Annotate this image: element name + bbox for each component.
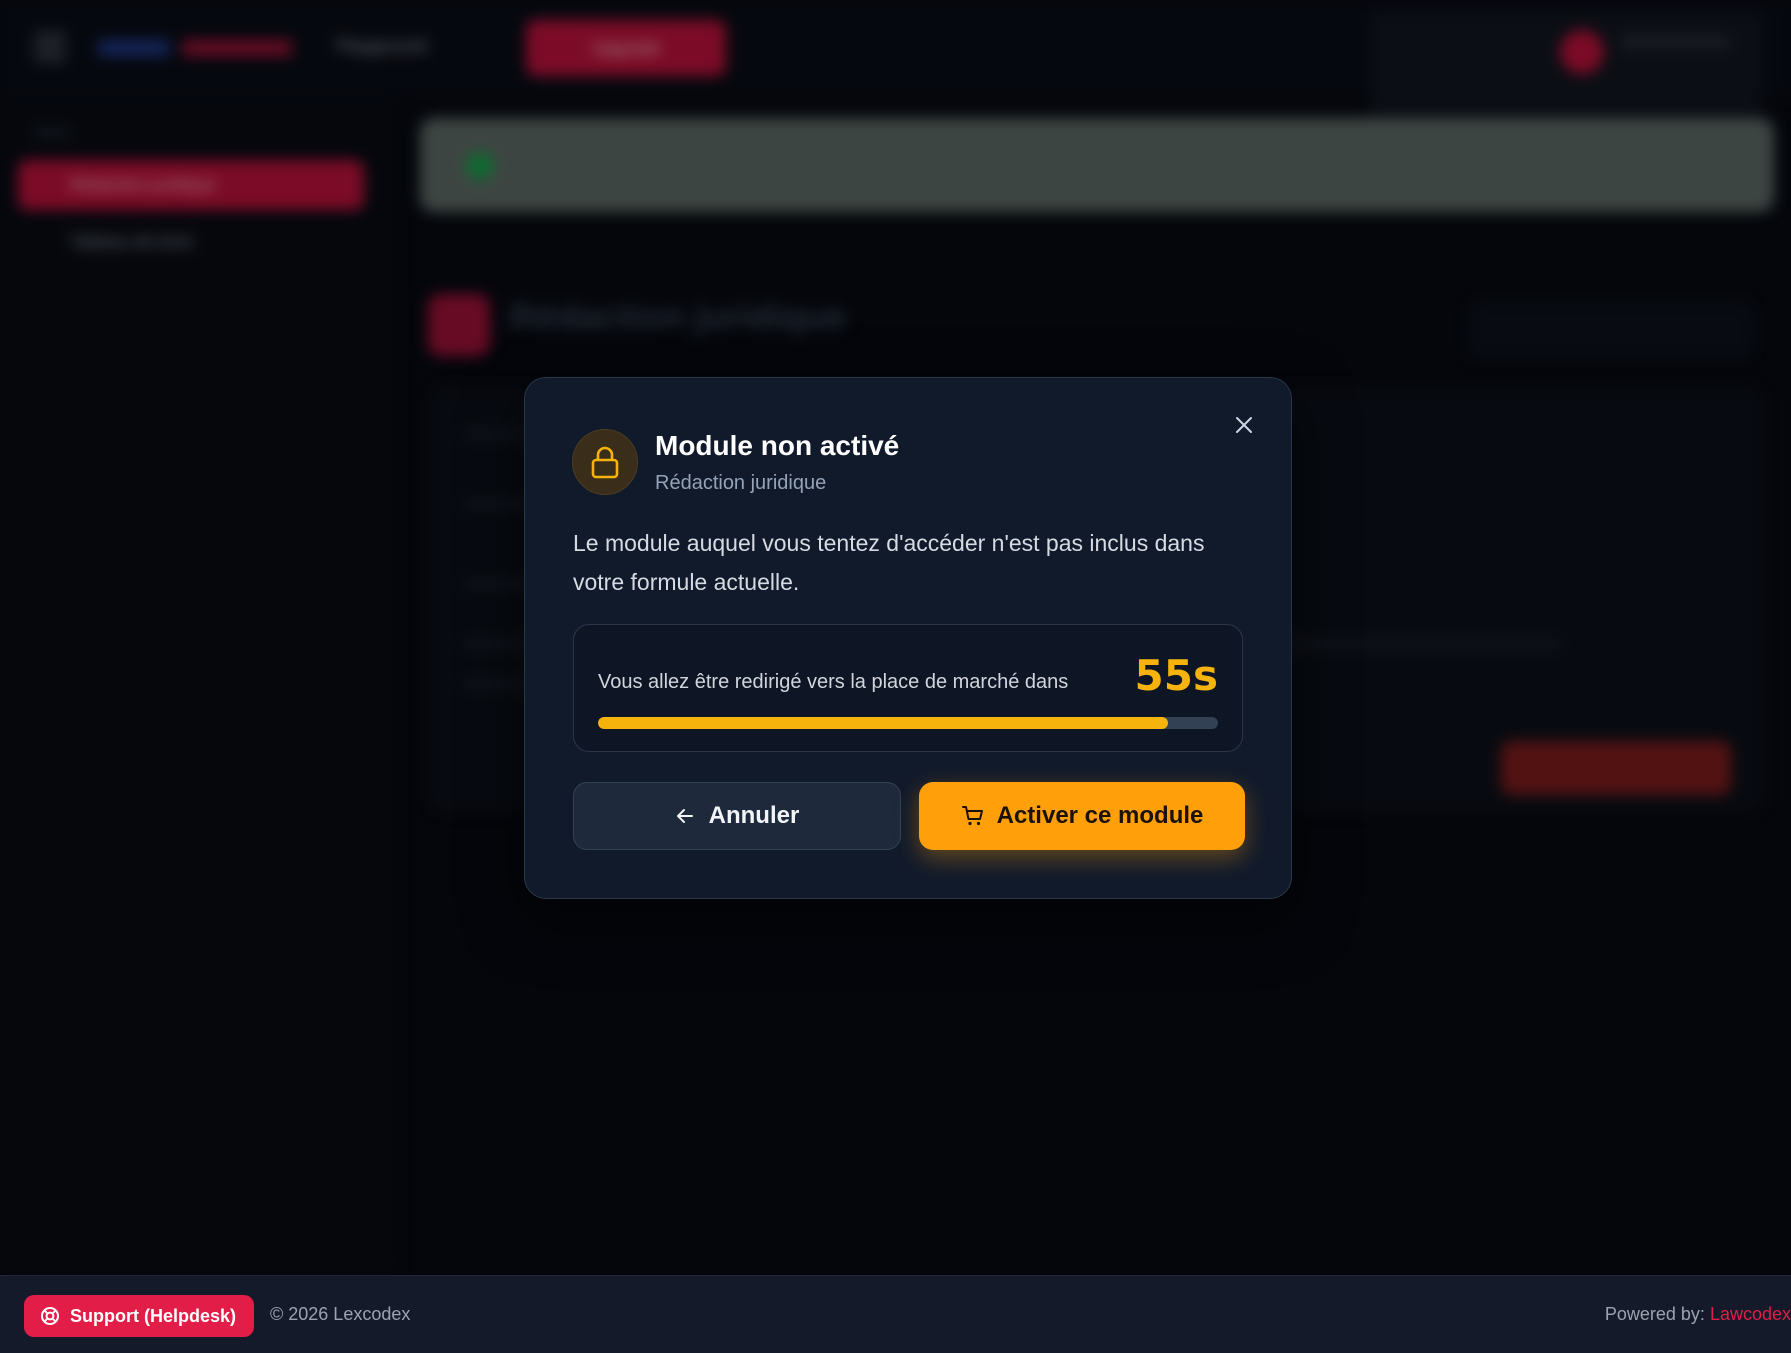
cancel-button-label: Annuler <box>708 802 800 829</box>
activate-button-label: Activer ce module <box>996 802 1204 829</box>
countdown-label: Vous allez être redirigé vers la place d… <box>598 671 1069 693</box>
modal-title: Module non activé <box>655 430 900 461</box>
lock-icon <box>591 446 619 479</box>
modal-subtitle: Rédaction juridique <box>655 472 827 494</box>
activate-module-button[interactable]: Activer ce module <box>919 782 1245 850</box>
module-locked-modal: Module non activé Rédaction juridique Le… <box>524 377 1292 899</box>
support-button-label: Support (Helpdesk) <box>70 1305 237 1326</box>
cart-icon <box>961 806 983 826</box>
footer: Support (Helpdesk) © 2026 Lexcodex Power… <box>0 1275 1791 1353</box>
cancel-button[interactable]: Annuler <box>573 782 901 850</box>
countdown-progress <box>598 717 1218 729</box>
support-helpdesk-button[interactable]: Support (Helpdesk) <box>24 1295 255 1337</box>
close-button[interactable] <box>1227 408 1261 442</box>
countdown-value: 55s <box>1134 651 1218 700</box>
powered-by-brand-link[interactable]: Lawcodex <box>1710 1304 1791 1324</box>
arrow-left-icon <box>676 809 693 823</box>
lifebuoy-icon <box>41 1307 59 1325</box>
copyright-text: © 2026 Lexcodex <box>270 1304 411 1324</box>
powered-by-prefix: Powered by: <box>1604 1304 1710 1324</box>
lock-badge <box>572 429 638 495</box>
close-icon <box>1236 417 1252 433</box>
powered-by: Powered by: Lawcodex <box>1605 1304 1791 1325</box>
countdown-progress-fill <box>598 717 1169 729</box>
redirect-countdown: Vous allez être redirigé vers la place d… <box>573 624 1243 752</box>
modal-message: Le module auquel vous tentez d'accéder n… <box>573 530 1205 595</box>
